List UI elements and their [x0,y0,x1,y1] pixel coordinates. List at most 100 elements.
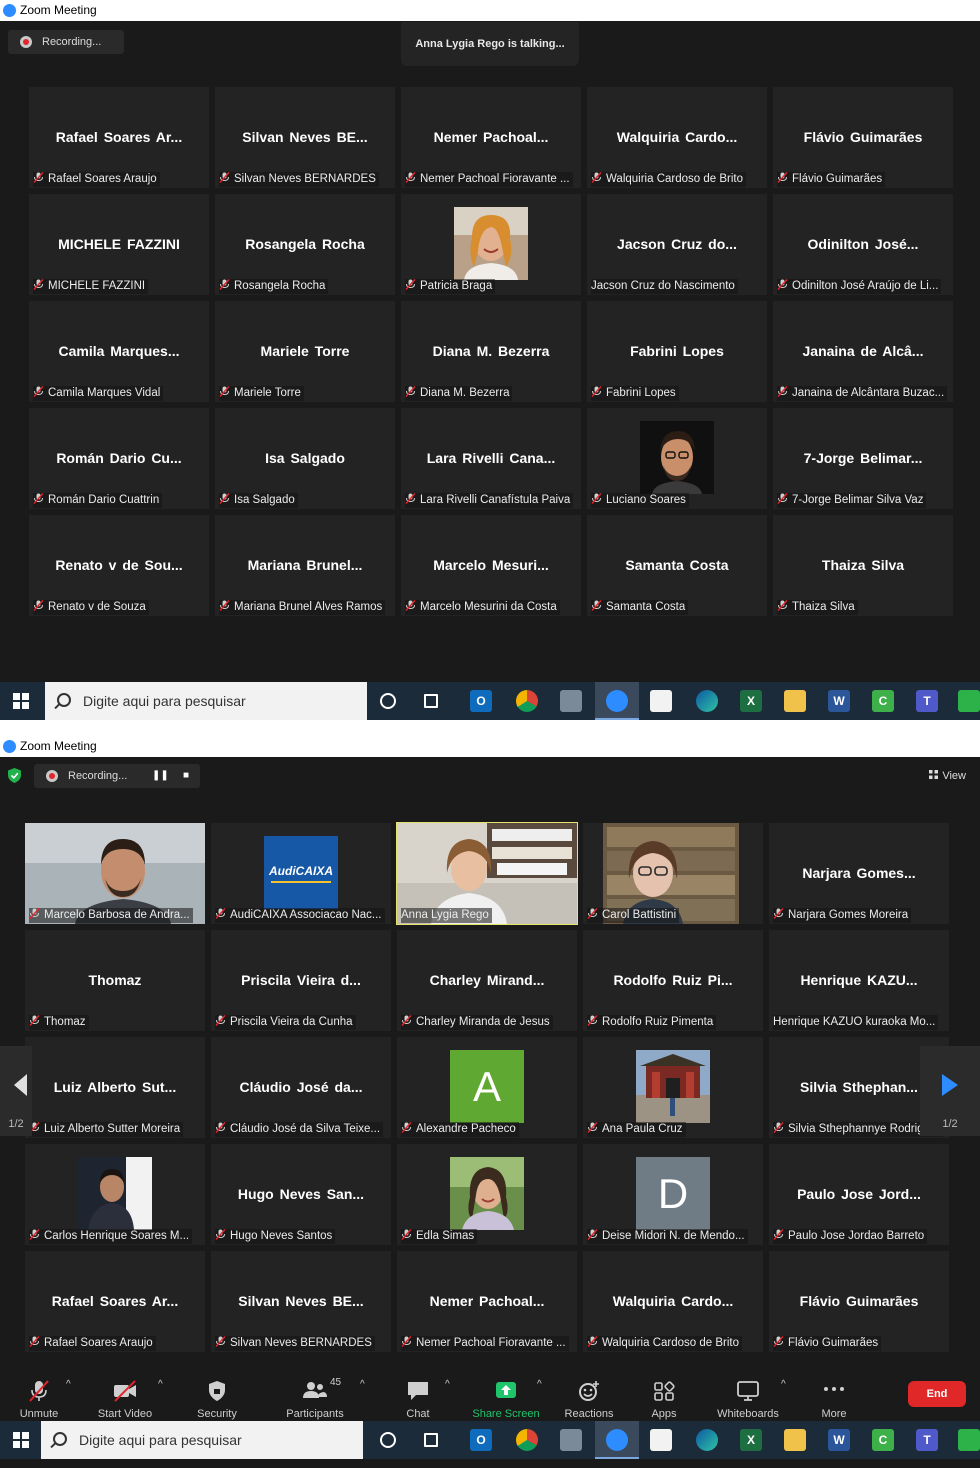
participant-tile[interactable]: Carlos Henrique Soares M... [25,1144,205,1245]
participant-tile[interactable]: Charley Mirand... Charley Miranda de Jesu… [397,930,577,1031]
participant-tile[interactable]: MICHELE FAZZINI MICHELE FAZZINI [29,194,209,295]
unmute-button[interactable]: ^ Unmute [0,1373,84,1421]
participant-tile[interactable]: Thaiza Silva Thaiza Silva [773,515,953,616]
participant-tile[interactable]: Rodolfo Ruiz Pi... Rodolfo Ruiz Pimenta [583,930,763,1031]
participant-tile[interactable]: Odinilton José... Odinilton José Araújo d… [773,194,953,295]
taskbar-search-box[interactable]: Digite aqui para pesquisar [41,1421,363,1459]
task-view-icon[interactable] [424,1433,438,1447]
participant-tile[interactable]: Camila Marques... Camila Marques Vidal [29,301,209,402]
participant-tile[interactable]: Samanta Costa Samanta Costa [587,515,767,616]
camtasia-icon[interactable]: C [872,1429,894,1451]
participant-tile[interactable]: Rafael Soares Ar... Rafael Soares Araujo [29,87,209,188]
windows-start-icon[interactable] [13,1432,29,1448]
caret-up-icon[interactable]: ^ [445,1379,450,1390]
participant-tile[interactable]: Thomaz Thomaz [25,930,205,1031]
participant-tile[interactable]: Rosangela Rocha Rosangela Rocha [215,194,395,295]
excel-icon[interactable]: X [740,1429,762,1451]
windows-start-icon[interactable] [13,693,29,709]
participant-tile[interactable]: Edla Simas [397,1144,577,1245]
participant-tile[interactable]: Hugo Neves San... Hugo Neves Santos [211,1144,391,1245]
participant-tile[interactable]: Luciano Soares [587,408,767,509]
task-view-icon[interactable] [424,694,438,708]
file-explorer-icon[interactable] [784,1429,806,1451]
notepad-icon[interactable] [958,1429,980,1451]
stop-recording-icon[interactable]: ■ [178,764,194,788]
security-button[interactable]: Security [172,1373,262,1421]
participant-tile[interactable]: Diana M. Bezerra Diana M. Bezerra [401,301,581,402]
participant-tile[interactable]: Jacson Cruz do... Jacson Cruz do Nascimen… [587,194,767,295]
word-icon[interactable]: W [828,1429,850,1451]
excel-icon[interactable]: X [740,690,762,712]
taskbar-search-box[interactable]: Digite aqui para pesquisar [45,682,367,720]
participant-tile[interactable]: Carol Battistini [583,823,763,924]
participant-tile[interactable]: Walquiria Cardo... Walquiria Cardoso de B… [583,1251,763,1352]
participant-tile[interactable]: Isa Salgado Isa Salgado [215,408,395,509]
outlook-icon[interactable]: O [470,1429,492,1451]
participants-button[interactable]: 45 ^ Participants [270,1373,364,1421]
chat-button[interactable]: ^ Chat [373,1373,463,1421]
participant-tile[interactable]: Román Dario Cu... Román Dario Cuattrin [29,408,209,509]
cortana-circle-icon[interactable] [380,1432,396,1448]
edge-icon[interactable] [696,1429,718,1451]
participant-tile[interactable]: Anna Lygia Rego [396,822,578,925]
chrome-icon[interactable] [516,690,538,712]
participant-tile[interactable]: Janaina de Alcâ... Janaina de Alcântara B… [773,301,953,402]
participant-tile[interactable]: Nemer Pachoal... Nemer Pachoal Fioravante… [401,87,581,188]
zoom-taskbar-icon[interactable] [606,690,628,712]
teams-icon[interactable]: T [916,690,938,712]
apps-button[interactable]: Apps [619,1373,709,1421]
caret-up-icon[interactable]: ^ [360,1379,365,1390]
participant-tile[interactable]: Fabrini Lopes Fabrini Lopes [587,301,767,402]
participant-tile[interactable]: Cláudio José da... Cláudio José da Silva … [211,1037,391,1138]
participant-tile[interactable]: Narjara Gomes... Narjara Gomes Moreira [769,823,949,924]
calculator-icon[interactable] [560,1429,582,1451]
participant-tile[interactable]: Rafael Soares Ar... Rafael Soares Araujo [25,1251,205,1352]
participant-tile[interactable]: Silvan Neves BE... Silvan Neves BERNARDES [211,1251,391,1352]
previous-page-button[interactable]: 1/2 [0,1046,32,1136]
participant-tile[interactable]: Renato v de Sou... Renato v de Souza [29,515,209,616]
word-icon[interactable]: W [828,690,850,712]
participant-tile[interactable]: A Alexandre Pacheco [397,1037,577,1138]
cortana-circle-icon[interactable] [380,693,396,709]
participant-tile[interactable]: Silvan Neves BE... Silvan Neves BERNARDES [215,87,395,188]
calculator-icon[interactable] [560,690,582,712]
participant-tile[interactable]: Ana Paula Cruz [583,1037,763,1138]
participant-tile[interactable]: D Deise Midori N. de Mendo... [583,1144,763,1245]
view-button[interactable]: View [929,770,966,782]
microsoft-store-icon[interactable] [650,690,672,712]
camtasia-icon[interactable]: C [872,690,894,712]
caret-up-icon[interactable]: ^ [66,1379,71,1390]
participant-tile[interactable]: Priscila Vieira d... Priscila Vieira da C… [211,930,391,1031]
participant-tile[interactable]: Patricia Braga [401,194,581,295]
participant-tile[interactable]: Lara Rivelli Cana... Lara Rivelli Canafís… [401,408,581,509]
participant-tile[interactable]: Walquiria Cardo... Walquiria Cardoso de B… [587,87,767,188]
caret-up-icon[interactable]: ^ [537,1379,542,1390]
outlook-icon[interactable]: O [470,690,492,712]
end-meeting-button[interactable]: End [908,1381,966,1407]
participant-tile[interactable]: Marcelo Mesuri... Marcelo Mesurini da Cos… [401,515,581,616]
pause-recording-icon[interactable]: ❚❚ [152,764,169,788]
participant-tile[interactable]: Flávio Guimarães Flávio Guimarães [769,1251,949,1352]
chrome-icon[interactable] [516,1429,538,1451]
participant-tile[interactable]: 7-Jorge Belimar... 7-Jorge Belimar Silva … [773,408,953,509]
notepad-icon[interactable] [958,690,980,712]
recording-indicator[interactable]: Recording... [8,30,124,54]
teams-icon[interactable]: T [916,1429,938,1451]
caret-up-icon[interactable]: ^ [158,1379,163,1390]
participant-tile[interactable]: Paulo Jose Jord... Paulo Jose Jordao Barr… [769,1144,949,1245]
encryption-shield-icon[interactable] [8,768,21,783]
participant-tile[interactable]: Luiz Alberto Sut... Luiz Alberto Sutter M… [25,1037,205,1138]
start-video-button[interactable]: ^ Start Video [80,1373,170,1421]
participant-tile[interactable]: Marcelo Barbosa de Andra... [25,823,205,924]
caret-up-icon[interactable]: ^ [781,1379,786,1390]
next-page-button[interactable]: 1/2 [920,1046,980,1136]
zoom-taskbar-icon[interactable] [606,1429,628,1451]
microsoft-store-icon[interactable] [650,1429,672,1451]
participant-tile[interactable]: Nemer Pachoal... Nemer Pachoal Fioravante… [397,1251,577,1352]
whiteboards-button[interactable]: ^ Whiteboards [703,1373,793,1421]
participant-tile[interactable]: Flávio Guimarães Flávio Guimarães [773,87,953,188]
edge-icon[interactable] [696,690,718,712]
share-screen-button[interactable]: ^ Share Screen [461,1373,551,1421]
file-explorer-icon[interactable] [784,690,806,712]
participant-tile[interactable]: Mariele Torre Mariele Torre [215,301,395,402]
